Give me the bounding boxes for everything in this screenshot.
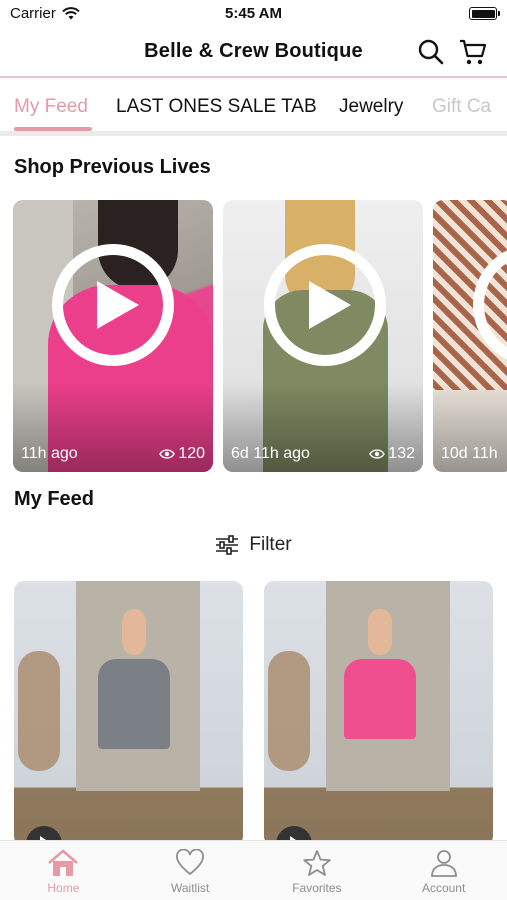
nav-account[interactable]: Account [380,841,507,900]
status-time: 5:45 AM [225,5,282,22]
nav-account-label: Account [421,881,466,895]
nav-home[interactable]: Home [0,841,127,900]
live-video-card[interactable]: 11h ago 120 [13,200,213,472]
filter-button[interactable]: Filter [0,534,507,556]
live-time: 6d 11h ago [231,445,310,462]
live-video-card[interactable]: 6d 11h ago 132 [223,200,423,472]
nav-waitlist[interactable]: Waitlist [127,841,254,900]
live-time: 11h ago [21,445,78,462]
view-count: 120 [159,445,205,463]
tab-jewelry[interactable]: Jewelry [339,96,403,118]
sliders-icon [216,535,239,555]
star-icon [303,850,331,876]
product-thumbnail-shirt [98,659,170,749]
status-bar: Carrier 5:45 AM [0,0,507,28]
feed-product-card[interactable] [14,581,243,846]
nav-waitlist-label: Waitlist [171,881,210,895]
bottom-nav: Home Waitlist Favorites Account [0,840,507,900]
play-button[interactable] [52,244,174,366]
section-title-lives: Shop Previous Lives [14,156,211,178]
tab-gift-cards[interactable]: Gift Ca [432,96,491,118]
view-count: 132 [369,445,415,463]
search-icon[interactable] [415,36,447,68]
nav-favorites-label: Favorites [292,881,342,895]
product-thumbnail-model [122,609,146,655]
cart-icon[interactable] [457,36,489,68]
eye-icon [159,449,176,459]
tab-last-ones-sale[interactable]: LAST ONES SALE TAB [116,96,317,118]
nav-favorites[interactable]: Favorites [254,841,381,900]
live-time: 10d 11h [441,445,498,462]
battery-icon [469,7,500,20]
play-button[interactable] [473,244,507,366]
filter-label: Filter [249,534,292,555]
person-icon [430,850,457,877]
live-video-card[interactable]: 10d 11h [433,200,507,472]
category-tabs: My Feed LAST ONES SALE TAB Jewelry Gift … [0,80,507,136]
product-thumbnail-shirt [344,659,416,739]
tab-my-feed[interactable]: My Feed [14,96,88,118]
active-tab-indicator [14,127,92,131]
app-header: Belle & Crew Boutique [0,28,507,78]
play-button[interactable] [264,244,386,366]
eye-icon [369,449,386,459]
product-thumbnail-model [368,609,392,655]
feed-product-card[interactable] [264,581,493,846]
nav-home-label: Home [47,881,80,895]
product-thumbnail-decor [268,651,310,771]
heart-icon [176,849,205,876]
home-icon [48,849,79,876]
section-title-feed: My Feed [14,488,95,510]
product-thumbnail-decor [18,651,60,771]
